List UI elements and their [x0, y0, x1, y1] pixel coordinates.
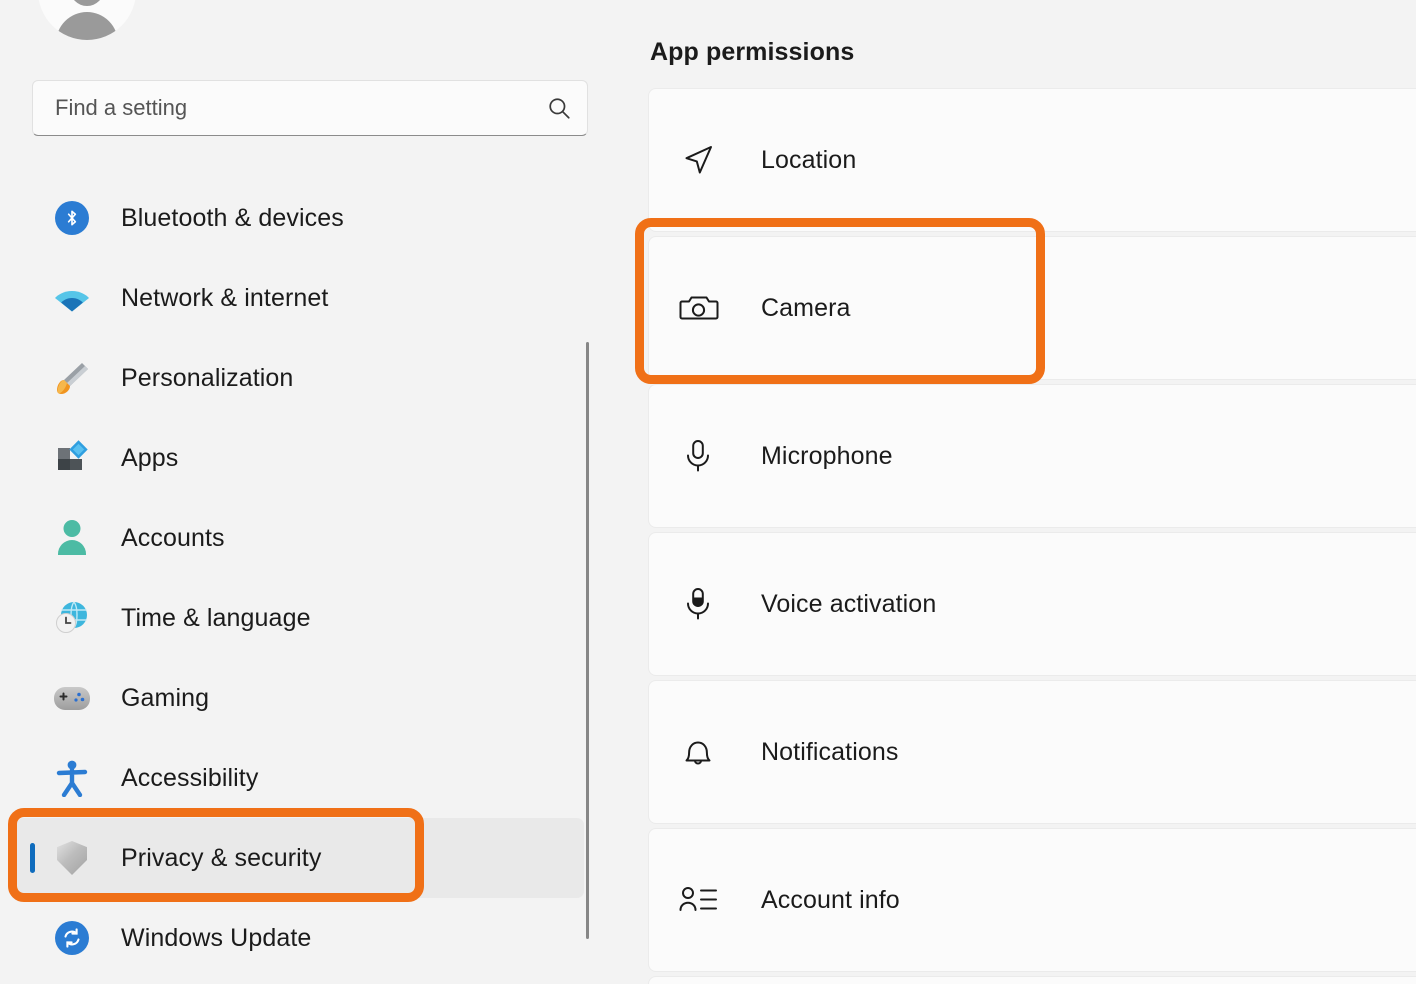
permission-label: Account info: [761, 885, 900, 914]
page-title: App permissions: [650, 38, 855, 66]
microphone-icon: [675, 433, 721, 479]
settings-sidebar: Bluetooth & devices Network & internet: [0, 0, 620, 984]
sidebar-item-gaming[interactable]: Gaming: [16, 658, 584, 738]
permission-row-microphone[interactable]: Microphone: [648, 384, 1416, 528]
sidebar-item-label: Windows Update: [121, 923, 312, 952]
bell-icon: [675, 729, 721, 775]
sidebar-item-windows-update[interactable]: Windows Update: [16, 898, 584, 978]
wifi-icon: [50, 276, 94, 320]
permission-label: Microphone: [761, 441, 893, 470]
sidebar-item-label: Accounts: [121, 523, 225, 552]
windows-update-refresh-icon: [50, 916, 94, 960]
sidebar-scrollbar[interactable]: [586, 342, 589, 939]
sidebar-item-label: Accessibility: [121, 763, 259, 792]
sidebar-nav-list: Bluetooth & devices Network & internet P…: [0, 178, 600, 978]
sidebar-item-apps[interactable]: Apps: [16, 418, 584, 498]
permission-label: Voice activation: [761, 589, 937, 618]
sidebar-item-bluetooth-devices[interactable]: Bluetooth & devices: [16, 178, 584, 258]
permission-label: Camera: [761, 293, 851, 322]
sidebar-item-label: Network & internet: [121, 283, 329, 312]
permission-row-next-partial[interactable]: [648, 976, 1416, 984]
sidebar-item-accessibility[interactable]: Accessibility: [16, 738, 584, 818]
gamepad-icon: [50, 676, 94, 720]
permission-label: Location: [761, 145, 857, 174]
sidebar-item-network-internet[interactable]: Network & internet: [16, 258, 584, 338]
sidebar-item-label: Privacy & security: [121, 843, 322, 872]
permission-row-voice-activation[interactable]: Voice activation: [648, 532, 1416, 676]
account-header[interactable]: [0, 0, 560, 40]
search-input[interactable]: [33, 95, 531, 121]
sidebar-item-privacy-security[interactable]: Privacy & security: [16, 818, 584, 898]
clock-globe-icon: [50, 596, 94, 640]
account-person-icon: [50, 516, 94, 560]
selection-indicator: [30, 843, 35, 873]
permission-row-camera[interactable]: Camera: [648, 236, 1416, 380]
location-arrow-icon: [675, 137, 721, 183]
apps-icon: [50, 436, 94, 480]
account-info-icon: [675, 877, 721, 923]
sidebar-item-accounts[interactable]: Accounts: [16, 498, 584, 578]
bluetooth-icon: [50, 196, 94, 240]
shield-icon: [50, 836, 94, 880]
search-box[interactable]: [32, 80, 588, 136]
sidebar-item-label: Personalization: [121, 363, 294, 392]
permission-label: Notifications: [761, 737, 899, 766]
permission-row-location[interactable]: Location: [648, 88, 1416, 232]
sidebar-item-label: Bluetooth & devices: [121, 203, 344, 232]
permission-row-account-info[interactable]: Account info: [648, 828, 1416, 972]
sidebar-item-label: Apps: [121, 443, 179, 472]
search-icon[interactable]: [531, 95, 587, 121]
accessibility-person-icon: [50, 756, 94, 800]
sidebar-item-time-language[interactable]: Time & language: [16, 578, 584, 658]
settings-window: Bluetooth & devices Network & internet: [0, 0, 1416, 984]
permission-row-notifications[interactable]: Notifications: [648, 680, 1416, 824]
user-avatar-icon[interactable]: [38, 0, 136, 40]
camera-icon: [675, 285, 721, 331]
sidebar-item-label: Gaming: [121, 683, 210, 712]
app-permissions-pane: App permissions Location Camera Micropho…: [620, 0, 1416, 984]
voice-activation-microphone-icon: [675, 581, 721, 627]
paintbrush-icon: [50, 356, 94, 400]
permissions-list: Location Camera Microphone Voice activat…: [648, 88, 1416, 984]
sidebar-item-personalization[interactable]: Personalization: [16, 338, 584, 418]
sidebar-item-label: Time & language: [121, 603, 311, 632]
